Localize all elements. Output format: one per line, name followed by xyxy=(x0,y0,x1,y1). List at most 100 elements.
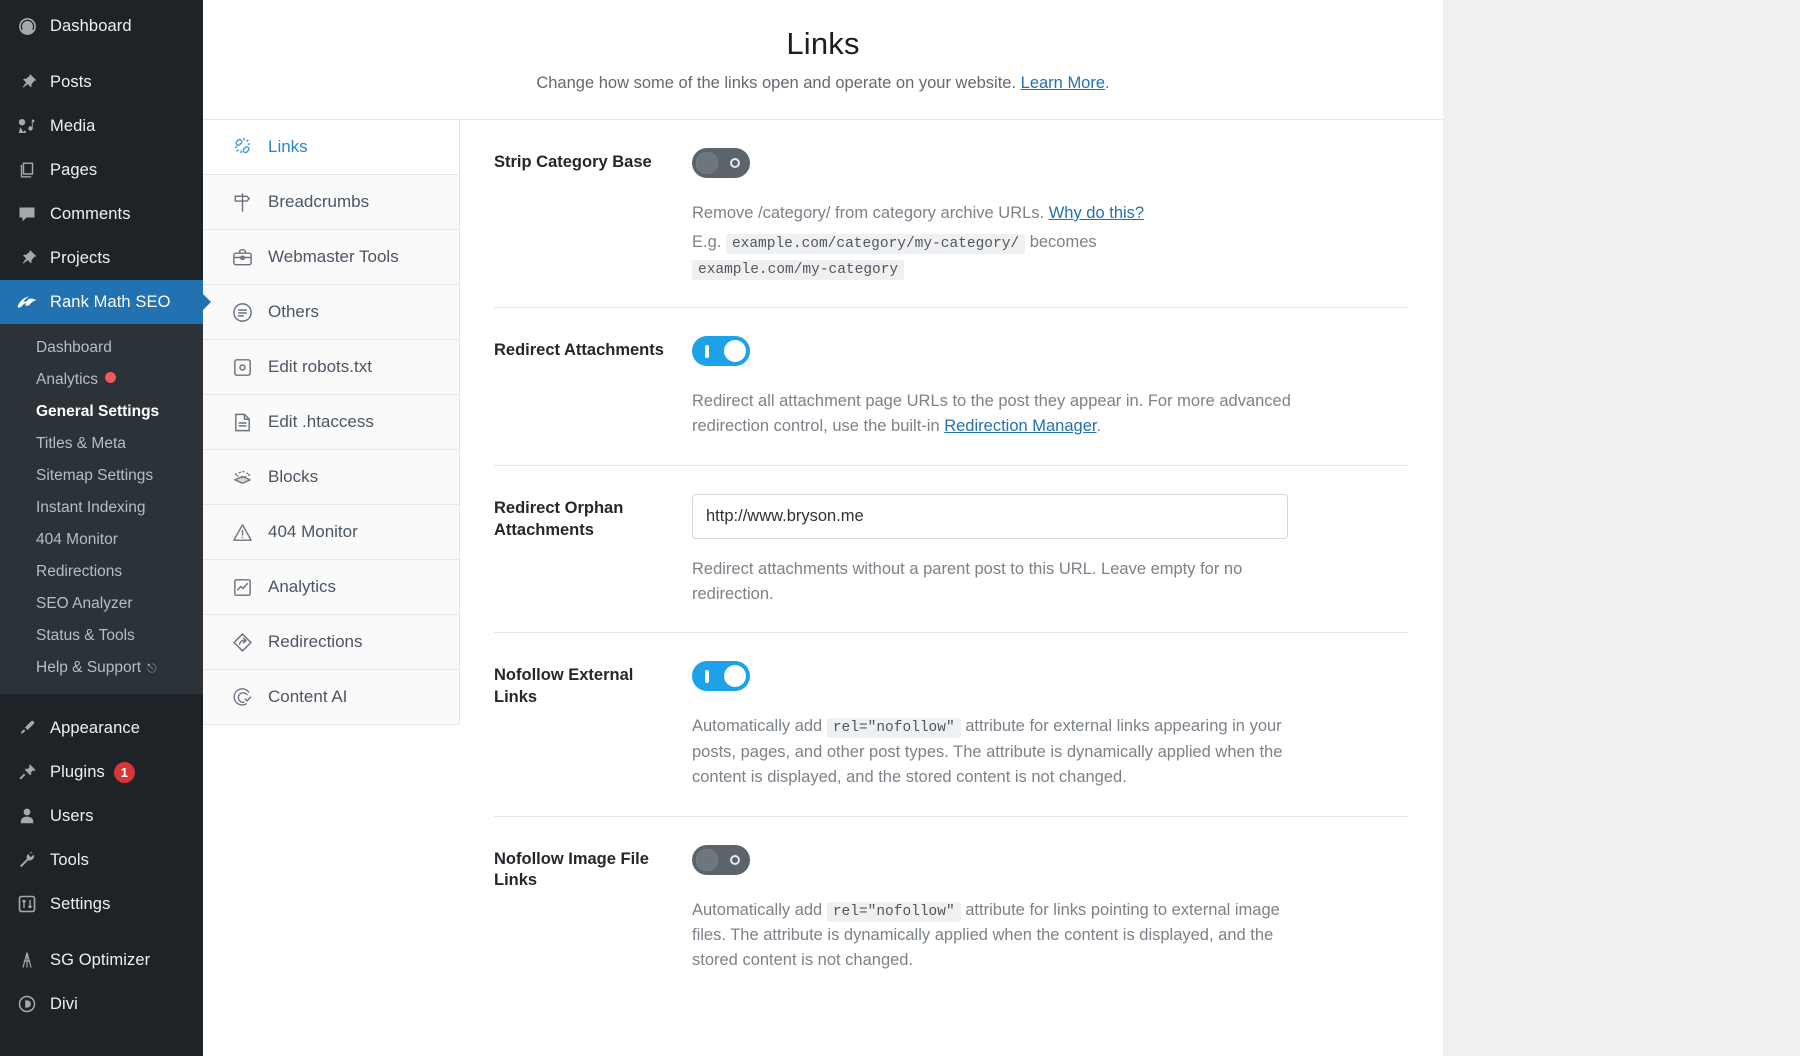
strip-category-base-toggle[interactable] xyxy=(692,148,750,178)
tab-label: Redirections xyxy=(268,632,363,652)
user-icon xyxy=(12,806,42,826)
sidebar-item-label: Posts xyxy=(50,73,92,92)
settings-page-card: Links Change how some of the links open … xyxy=(203,0,1443,1056)
submenu-item-titles-meta[interactable]: Titles & Meta xyxy=(0,428,203,460)
sidebar-item-label: Rank Math SEO xyxy=(50,293,171,312)
why-do-this-link[interactable]: Why do this? xyxy=(1049,204,1144,222)
sidebar-item-users[interactable]: Users xyxy=(0,794,203,838)
tab-analytics[interactable]: Analytics xyxy=(203,560,459,615)
sidebar-item-divi[interactable]: Divi xyxy=(0,982,203,1026)
redirection-manager-link[interactable]: Redirection Manager xyxy=(944,417,1096,435)
field-label: Strip Category Base xyxy=(494,148,692,174)
field-description: Redirect attachments without a parent po… xyxy=(692,557,1292,607)
main-content: Links Change how some of the links open … xyxy=(203,0,1800,1056)
nofollow-external-links-toggle[interactable] xyxy=(692,661,750,691)
submenu-item-404-monitor[interactable]: 404 Monitor xyxy=(0,524,203,556)
settings-tabs: Links Breadcrumbs xyxy=(203,120,460,725)
submenu-item-sitemap-settings[interactable]: Sitemap Settings xyxy=(0,460,203,492)
sidebar-item-rank-math-seo[interactable]: Rank Math SEO xyxy=(0,280,203,324)
sidebar-item-media[interactable]: Media xyxy=(0,104,203,148)
submenu-label: Instant Indexing xyxy=(36,499,145,516)
submenu-label: General Settings xyxy=(36,403,159,420)
field-control: Redirect all attachment page URLs to the… xyxy=(692,336,1409,439)
eg-to-code: example.com/my-category xyxy=(692,260,904,280)
redirect-attachments-toggle[interactable] xyxy=(692,336,750,366)
tab-redirections[interactable]: Redirections xyxy=(203,615,459,670)
desc-text-a: Automatically add xyxy=(692,901,827,919)
robots-file-icon xyxy=(228,356,256,379)
tab-others[interactable]: Others xyxy=(203,285,459,340)
nofollow-image-file-links-toggle[interactable] xyxy=(692,845,750,875)
sidebar-item-settings[interactable]: Settings xyxy=(0,882,203,926)
sidebar-item-appearance[interactable]: Appearance xyxy=(0,706,203,750)
tab-label: 404 Monitor xyxy=(268,522,358,542)
submenu-label: SEO Analyzer xyxy=(36,595,133,612)
field-description: Remove /category/ from category archive … xyxy=(692,201,1292,281)
briefcase-icon xyxy=(228,246,256,269)
sidebar-item-label: Users xyxy=(50,807,94,826)
submenu-item-dashboard[interactable]: Dashboard xyxy=(0,332,203,364)
content-ai-icon xyxy=(228,686,256,709)
toggle-knob xyxy=(696,849,718,871)
sidebar-item-plugins[interactable]: Plugins 1 xyxy=(0,750,203,794)
submenu-label: Redirections xyxy=(36,563,122,580)
field-label: Redirect Attachments xyxy=(494,336,692,362)
learn-more-link[interactable]: Learn More xyxy=(1021,74,1105,92)
example-line: E.g. example.com/category/my-category/ b… xyxy=(692,230,1292,282)
submenu-item-instant-indexing[interactable]: Instant Indexing xyxy=(0,492,203,524)
toggle-knob xyxy=(724,665,746,687)
external-link-icon: ⎋ xyxy=(147,661,157,675)
sidebar-item-projects[interactable]: Projects xyxy=(0,236,203,280)
tab-blocks[interactable]: Blocks xyxy=(203,450,459,505)
submenu-item-analytics[interactable]: Analytics xyxy=(0,364,203,396)
submenu-label: Sitemap Settings xyxy=(36,467,153,484)
sidebar-item-dashboard[interactable]: Dashboard xyxy=(0,4,203,48)
page-subtitle-text: Change how some of the links open and op… xyxy=(536,74,1020,92)
sidebar-item-label: Tools xyxy=(50,851,89,870)
submenu-item-help-support[interactable]: Help & Support⎋ xyxy=(0,652,203,684)
tab-edit-htaccess[interactable]: Edit .htaccess xyxy=(203,395,459,450)
tab-label: Edit robots.txt xyxy=(268,357,372,377)
sidebar-item-tools[interactable]: Tools xyxy=(0,838,203,882)
sidebar-item-comments[interactable]: Comments xyxy=(0,192,203,236)
sidebar-divider xyxy=(0,926,203,938)
page-right-gutter xyxy=(1443,0,1800,1056)
toggle-ring-icon xyxy=(730,158,740,168)
submenu-item-general-settings[interactable]: General Settings xyxy=(0,396,203,428)
sidebar-item-label: Settings xyxy=(50,895,110,914)
submenu-item-redirections[interactable]: Redirections xyxy=(0,556,203,588)
sidebar-item-label: Pages xyxy=(50,161,97,180)
sidebar-item-pages[interactable]: Pages xyxy=(0,148,203,192)
toggle-ring-icon xyxy=(730,855,740,865)
settings-fields: Strip Category Base Remove /category/ fr… xyxy=(460,120,1443,999)
toggle-knob xyxy=(696,152,718,174)
tab-breadcrumbs[interactable]: Breadcrumbs xyxy=(203,175,459,230)
blocks-icon xyxy=(228,466,256,489)
submenu-item-seo-analyzer[interactable]: SEO Analyzer xyxy=(0,588,203,620)
toggle-bar-icon xyxy=(705,345,709,358)
tab-webmaster-tools[interactable]: Webmaster Tools xyxy=(203,230,459,285)
submenu-label: Status & Tools xyxy=(36,627,135,644)
pin-icon xyxy=(12,72,42,92)
sidebar-item-label: Media xyxy=(50,117,95,136)
field-nofollow-external-links: Nofollow External Links Automatically ad… xyxy=(494,633,1409,816)
field-control: Automatically add rel="nofollow" attribu… xyxy=(692,845,1409,973)
tab-content-ai[interactable]: Content AI xyxy=(203,670,459,725)
sidebar-divider xyxy=(0,694,203,706)
submenu-label: Analytics xyxy=(36,371,98,388)
tab-label: Edit .htaccess xyxy=(268,412,374,432)
links-icon xyxy=(228,136,256,159)
tab-links[interactable]: Links xyxy=(203,120,459,175)
field-redirect-orphan-attachments: Redirect Orphan Attachments Redirect att… xyxy=(494,466,1409,634)
field-strip-category-base: Strip Category Base Remove /category/ fr… xyxy=(494,120,1409,308)
tab-404-monitor[interactable]: 404 Monitor xyxy=(203,505,459,560)
redirect-orphan-attachments-input[interactable] xyxy=(692,494,1288,539)
tab-edit-robots-txt[interactable]: Edit robots.txt xyxy=(203,340,459,395)
submenu-item-status-tools[interactable]: Status & Tools xyxy=(0,620,203,652)
settings-panel: Links Breadcrumbs xyxy=(203,120,1443,999)
sidebar-item-sg-optimizer[interactable]: SG Optimizer xyxy=(0,938,203,982)
sidebar-item-posts[interactable]: Posts xyxy=(0,60,203,104)
sidebar-item-label: Plugins xyxy=(50,763,105,782)
eg-label: E.g. xyxy=(692,233,721,251)
desc-text-a: Automatically add xyxy=(692,717,827,735)
